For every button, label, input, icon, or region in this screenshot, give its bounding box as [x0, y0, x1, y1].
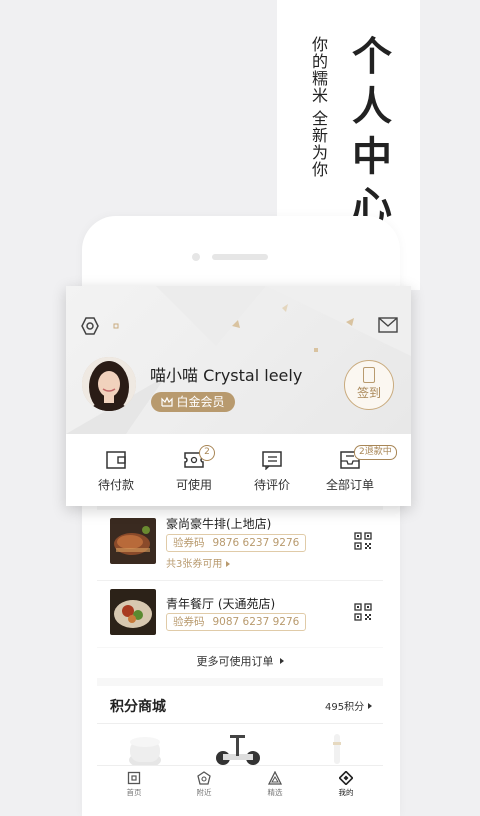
tab-me[interactable]: 我的	[321, 771, 371, 798]
bottom-tab-bar: 首页 附近 精选 我的	[97, 765, 383, 801]
order-all[interactable]: 2退款中 全部订单	[310, 445, 397, 493]
username: 喵小喵 Crystal leely	[150, 366, 303, 385]
subtitle-char: 糯	[311, 69, 328, 88]
avatar[interactable]	[82, 357, 136, 411]
phone-speaker	[212, 254, 268, 260]
checkin-label: 签到	[356, 386, 381, 400]
code-value: 9087 6237 9276	[212, 616, 300, 628]
order-label: 可使用	[175, 478, 212, 492]
order-label: 待付款	[97, 478, 134, 492]
tab-label: 精选	[267, 788, 283, 797]
tab-label: 首页	[126, 788, 142, 797]
banner-title: 个 人 中 心	[350, 32, 394, 232]
me-icon	[339, 771, 353, 785]
coupon-item[interactable]: 青年餐厅 (天通苑店) 验券码 9087 6237 9276	[97, 580, 383, 647]
points-value: 495积分	[325, 702, 365, 713]
chevron-right-icon	[279, 658, 284, 664]
review-icon	[262, 451, 282, 470]
profile-header: 喵小喵 Crystal leely 白金会员 签到	[66, 286, 411, 434]
more-orders-link[interactable]: 更多可使用订单	[97, 648, 383, 678]
order-to-review[interactable]: 待评价	[232, 450, 312, 493]
points-link[interactable]: 495积分	[325, 698, 373, 713]
chevron-right-icon	[225, 561, 230, 567]
checkin-button[interactable]: 签到	[344, 360, 394, 410]
tab-featured[interactable]: 精选	[250, 771, 300, 798]
crown-icon	[161, 397, 174, 407]
subtitle-char: 全	[311, 109, 328, 128]
order-usable[interactable]: 2 可使用	[154, 445, 234, 493]
chevron-right-icon	[368, 703, 373, 709]
order-pending-payment[interactable]: 待付款	[76, 450, 156, 493]
featured-icon	[268, 771, 282, 785]
qr-code-icon[interactable]	[354, 532, 372, 550]
qr-code-icon[interactable]	[354, 603, 372, 621]
coupon-code: 验券码 9087 6237 9276	[166, 613, 307, 631]
code-label: 验券码	[173, 537, 205, 549]
wallet-icon	[106, 451, 126, 469]
scooter-product-image[interactable]	[215, 734, 261, 766]
subtitle-char: 的	[311, 52, 328, 71]
tab-home[interactable]: 首页	[109, 771, 159, 798]
food-photo	[110, 589, 156, 635]
banner-title-char: 个	[352, 34, 392, 80]
membership-badge[interactable]: 白金会员	[151, 392, 235, 412]
profile-card: 喵小喵 Crystal leely 白金会员 签到 待付款 2 可使用 待评价 …	[66, 286, 411, 506]
subtitle-char: 你	[311, 160, 328, 179]
divider	[97, 723, 383, 724]
mail-icon[interactable]	[378, 317, 398, 333]
refund-badge: 2退款中	[354, 445, 397, 460]
badge-label: 白金会员	[176, 395, 225, 409]
settings-icon[interactable]	[80, 316, 100, 336]
more-orders-label: 更多可使用订单	[196, 655, 274, 668]
subtitle-char: 你	[311, 35, 328, 54]
nearby-icon	[197, 771, 211, 785]
coupon-item[interactable]: 豪尚豪牛排(上地店) 验券码 9876 6237 9276 共3张券可用	[97, 510, 383, 588]
banner-subtitle-right: 全 新 为 你	[310, 110, 330, 178]
code-value: 9876 6237 9276	[212, 537, 300, 549]
count-badge: 2	[199, 445, 215, 461]
steak-photo	[110, 518, 156, 564]
coupon-name: 豪尚豪牛排(上地店)	[166, 517, 272, 531]
subtitle-char: 新	[311, 126, 328, 145]
order-label: 待评价	[253, 478, 290, 492]
tab-label: 附近	[196, 788, 212, 797]
speaker-product-image[interactable]	[127, 734, 163, 766]
subtitle-char: 为	[311, 143, 328, 162]
subtitle-char: 米	[311, 86, 328, 105]
banner-subtitle-left: 你 的 糯 米	[310, 36, 330, 104]
mall-title: 积分商城	[110, 699, 166, 715]
coupon-name: 青年餐厅 (天通苑店)	[166, 597, 276, 611]
order-label: 全部订单	[325, 478, 374, 492]
checkin-icon	[363, 367, 375, 383]
home-icon	[127, 771, 141, 785]
banner-title-char: 中	[352, 134, 392, 180]
coupon-note[interactable]: 共3张券可用	[166, 555, 230, 570]
code-label: 验券码	[173, 616, 205, 628]
lamp-product-image[interactable]	[329, 732, 345, 766]
phone-camera	[192, 253, 200, 261]
coupon-note-text: 共3张券可用	[166, 559, 223, 570]
tab-nearby[interactable]: 附近	[179, 771, 229, 798]
order-shortcuts: 待付款 2 可使用 待评价 2退款中 全部订单	[66, 436, 411, 506]
banner-title-char: 人	[352, 84, 392, 130]
tab-label: 我的	[338, 788, 354, 797]
coupon-code: 验券码 9876 6237 9276	[166, 534, 307, 552]
